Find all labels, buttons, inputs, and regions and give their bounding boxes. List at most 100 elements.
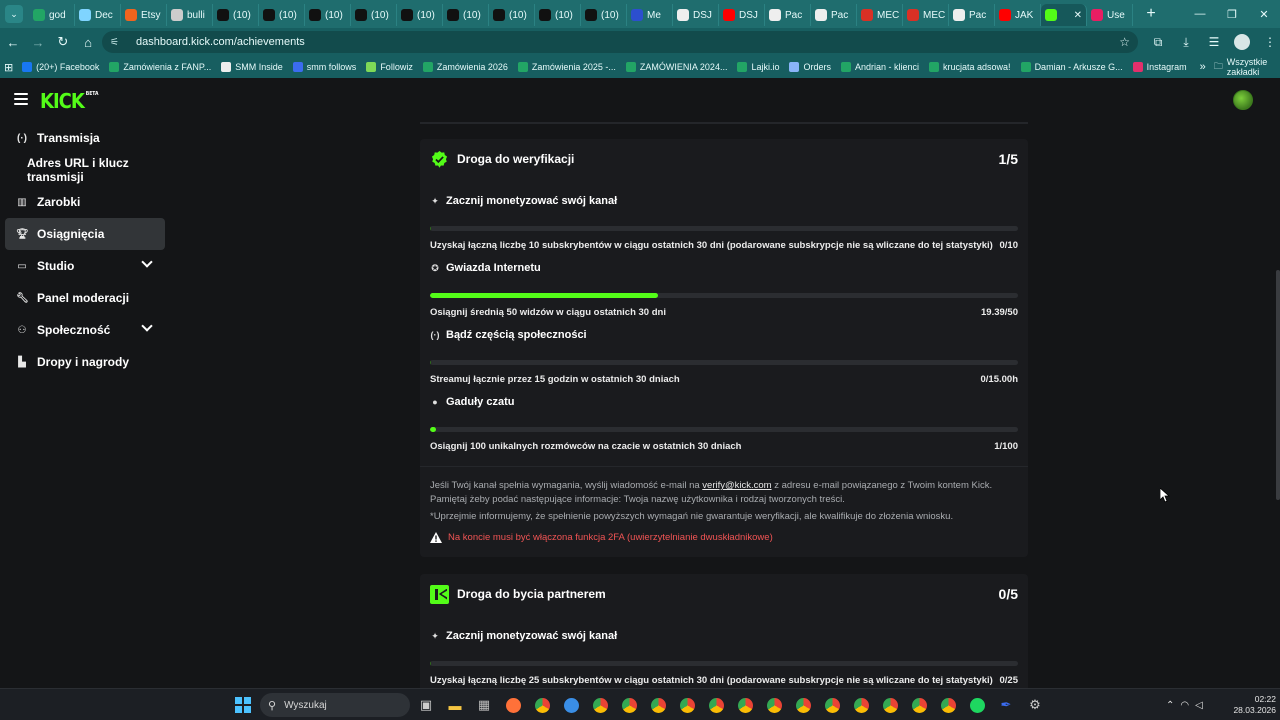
windows-start-icon[interactable] — [235, 697, 251, 713]
chrome-icon[interactable] — [675, 693, 699, 717]
reading-list-icon[interactable]: ☰ — [1202, 30, 1226, 54]
chrome-icon[interactable] — [936, 693, 960, 717]
bookmark-item[interactable]: Damian - Arkusze G... — [1016, 62, 1128, 72]
hamburger-menu-icon[interactable] — [14, 93, 28, 105]
browser-tab[interactable]: JAK — [995, 4, 1041, 26]
file-explorer-icon[interactable]: ▬ — [443, 693, 467, 717]
menu-icon[interactable]: ⋮ — [1258, 30, 1280, 54]
profile-avatar[interactable] — [1234, 34, 1250, 50]
close-tab-icon[interactable]: ✕ — [1074, 10, 1082, 21]
bookmark-item[interactable]: (20+) Facebook — [17, 62, 104, 72]
chrome-icon[interactable] — [849, 693, 873, 717]
browser-tab[interactable]: Etsy — [121, 4, 167, 26]
browser-tab[interactable]: (10) — [443, 4, 489, 26]
browser-tab[interactable]: DSJ — [673, 4, 719, 26]
task-view-icon[interactable]: ▣ — [414, 693, 438, 717]
bookmark-item[interactable]: krucjata adsowa! — [924, 62, 1016, 72]
browser-tab[interactable]: DSJ — [719, 4, 765, 26]
chrome-icon[interactable] — [704, 693, 728, 717]
browser-tab[interactable]: god — [29, 4, 75, 26]
wifi-icon[interactable]: ◠ — [1180, 700, 1189, 711]
browser-tab[interactable]: (10) — [259, 4, 305, 26]
chrome-icon[interactable] — [762, 693, 786, 717]
minimize-button[interactable]: — — [1184, 0, 1216, 28]
browser-tab[interactable]: Use — [1087, 4, 1133, 26]
browser-tab[interactable]: (10) — [351, 4, 397, 26]
chrome-icon[interactable] — [617, 693, 641, 717]
sidebar-item-spolecznosc[interactable]: ⚇ Społeczność — [0, 314, 172, 346]
chevron-down-icon[interactable] — [141, 256, 153, 268]
browser-tab[interactable]: (10) — [581, 4, 627, 26]
close-window-button[interactable]: ✕ — [1248, 0, 1280, 28]
browser-tab[interactable]: ✕ — [1041, 4, 1087, 26]
feather-icon[interactable]: ✒ — [994, 693, 1018, 717]
url-text[interactable]: dashboard.kick.com/achievements — [136, 36, 305, 48]
bookmark-item[interactable]: Orders — [784, 62, 836, 72]
back-button[interactable]: ← — [1, 30, 25, 54]
bookmark-star-icon[interactable]: ☆ — [1119, 35, 1130, 49]
bookmark-item[interactable]: SMM Inside — [216, 62, 288, 72]
chrome-icon[interactable] — [530, 693, 554, 717]
browser-tab[interactable]: Me — [627, 4, 673, 26]
chrome-icon[interactable] — [588, 693, 612, 717]
sidebar-item-studio[interactable]: ▭ Studio — [0, 250, 172, 282]
browser-tab[interactable]: MEC — [903, 4, 949, 26]
bookmark-item[interactable]: Instagram — [1128, 62, 1192, 72]
verify-email-link[interactable]: verify@kick.com — [702, 480, 771, 491]
browser-tab[interactable]: bulli — [167, 4, 213, 26]
sidebar-item-dropy[interactable]: ▙ Dropy i nagrody — [0, 346, 172, 378]
sidebar-item-transmisja[interactable]: (·) Transmisja — [0, 122, 172, 154]
bookmark-item[interactable]: smm follows — [288, 62, 362, 72]
maximize-button[interactable]: ❐ — [1216, 0, 1248, 28]
chrome-icon[interactable] — [907, 693, 931, 717]
more-bookmarks-icon[interactable]: » — [1192, 61, 1214, 73]
sidebar-item-stream-key[interactable]: Adres URL i klucz transmisji — [0, 154, 172, 186]
browser-tab[interactable]: (10) — [305, 4, 351, 26]
chevron-down-icon[interactable] — [141, 320, 153, 332]
browser-tab[interactable]: (10) — [535, 4, 581, 26]
browser-tab[interactable]: (10) — [397, 4, 443, 26]
browser-tab[interactable]: (10) — [489, 4, 535, 26]
download-icon[interactable]: ⤓ — [1174, 30, 1198, 54]
browser-tab[interactable]: Pac — [811, 4, 857, 26]
bookmark-item[interactable]: Zamówienia z FANP... — [104, 62, 216, 72]
bookmark-item[interactable]: Zamówienia 2026 — [418, 62, 513, 72]
forward-button[interactable]: → — [26, 30, 50, 54]
sidebar-item-zarobki[interactable]: ▥ Zarobki — [0, 186, 172, 218]
chrome-icon[interactable] — [646, 693, 670, 717]
browser-tab[interactable]: Pac — [949, 4, 995, 26]
page-scrollbar[interactable] — [1276, 270, 1280, 500]
bookmark-item[interactable]: Andrian - klienci — [836, 62, 924, 72]
site-info-icon[interactable]: ⚟ — [110, 37, 126, 48]
sidebar-item-osiagniecia[interactable]: 🏆︎ Osiągnięcia — [5, 218, 165, 250]
chrome-icon[interactable] — [878, 693, 902, 717]
sidebar-item-panel-moderacji[interactable]: 🔧︎ Panel moderacji — [0, 282, 172, 314]
chevron-up-icon[interactable]: ⌃ — [1166, 700, 1174, 711]
extensions-icon[interactable]: ⧉ — [1146, 30, 1170, 54]
home-button[interactable]: ⌂ — [76, 30, 100, 54]
bookmark-item[interactable]: Zamówienia 2025 -... — [513, 62, 621, 72]
kick-logo[interactable]: KICK BETA — [40, 89, 98, 113]
bookmark-item[interactable]: Lajki.io — [732, 62, 784, 72]
browser-tab[interactable]: Dec — [75, 4, 121, 26]
browser-tab[interactable]: MEC — [857, 4, 903, 26]
app-icon[interactable] — [559, 693, 583, 717]
reload-button[interactable]: ↻ — [51, 30, 75, 54]
firefox-icon[interactable] — [501, 693, 525, 717]
settings-icon[interactable]: ⚙ — [1023, 693, 1047, 717]
browser-tab[interactable]: Pac — [765, 4, 811, 26]
bookmark-item[interactable]: Followiz — [361, 62, 418, 72]
chrome-icon[interactable] — [733, 693, 757, 717]
bookmark-item[interactable]: ZAMÓWIENIA 2024... — [621, 62, 733, 72]
calculator-icon[interactable]: ▦ — [472, 693, 496, 717]
taskbar-search[interactable]: ⚲ Wyszukaj — [260, 693, 410, 717]
spotify-icon[interactable] — [965, 693, 989, 717]
chrome-icon[interactable] — [791, 693, 815, 717]
browser-tab[interactable]: (10) — [213, 4, 259, 26]
omnibox[interactable]: ⚟ dashboard.kick.com/achievements ☆ — [102, 31, 1138, 53]
user-avatar[interactable] — [1233, 90, 1253, 110]
volume-icon[interactable]: ◁ — [1195, 700, 1203, 711]
all-bookmarks-folder[interactable]: 🗀 Wszystkie zakładki — [1214, 57, 1280, 77]
taskbar-clock[interactable]: 02:22 28.03.2026 — [1226, 694, 1276, 716]
new-tab-button[interactable]: + — [1139, 5, 1163, 23]
